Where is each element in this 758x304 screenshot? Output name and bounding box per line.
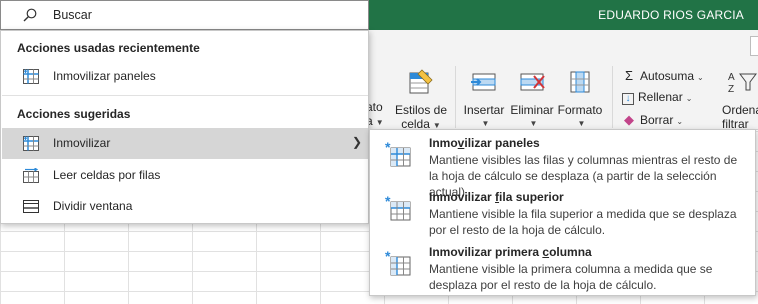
menu-divider xyxy=(2,95,368,96)
search-box[interactable]: Buscar xyxy=(0,0,369,30)
suggested-item-freeze[interactable]: Inmovilizar ❯ xyxy=(2,128,368,159)
svg-text:A: A xyxy=(728,72,735,83)
freeze-panes-icon xyxy=(23,69,39,84)
sigma-icon: Σ xyxy=(624,68,634,83)
clear-button[interactable]: ◆ Borrar ⌄ xyxy=(622,112,683,128)
sort-filter-button[interactable]: A Z Ordena filtrar xyxy=(722,68,758,131)
fill-label: Rellenar xyxy=(638,90,683,104)
submenu-item-freeze-panes[interactable]: * Inmovilizar paneles Mantiene visibles … xyxy=(370,132,755,199)
sort-filter-icon: A Z xyxy=(728,72,757,95)
svg-text:Z: Z xyxy=(728,84,734,95)
submenu-item-title: Inmovilizar primera columna xyxy=(429,245,592,259)
svg-text:*: * xyxy=(385,249,391,264)
search-input[interactable]: Buscar xyxy=(53,8,92,22)
submenu-item-title: Inmovilizar fila superior xyxy=(429,190,564,204)
submenu-item-description: Mantiene visible la fila superior a medi… xyxy=(429,207,737,237)
freeze-submenu: * Inmovilizar paneles Mantiene visibles … xyxy=(369,129,756,296)
fill-down-icon: ↓ xyxy=(622,93,634,105)
insert-label: Insertar xyxy=(463,103,505,117)
format-label: Formato xyxy=(557,103,603,117)
chevron-right-icon: ❯ xyxy=(352,135,363,149)
recent-item-label: Inmovilizar paneles xyxy=(53,69,156,83)
freeze-panes-icon xyxy=(23,136,39,151)
suggested-item-label: Leer celdas por filas xyxy=(53,168,161,182)
svg-text:*: * xyxy=(385,194,391,209)
recent-item-freeze-panes[interactable]: Inmovilizar paneles xyxy=(2,61,368,92)
recent-actions-heading: Acciones usadas recientemente xyxy=(17,41,200,55)
eraser-icon: ◆ xyxy=(624,112,634,127)
suggested-item-label: Inmovilizar xyxy=(53,136,111,150)
autosum-label: Autosuma xyxy=(640,69,695,83)
clear-label: Borrar xyxy=(640,113,674,127)
suggested-item-label: Dividir ventana xyxy=(53,199,133,213)
freeze-top-row-icon: * xyxy=(385,194,411,221)
suggested-actions-heading: Acciones sugeridas xyxy=(17,107,131,121)
svg-text:*: * xyxy=(385,140,391,155)
autosum-button[interactable]: Σ Autosuma ⌄ xyxy=(622,68,704,83)
search-results-menu: Acciones usadas recientemente Inmoviliza… xyxy=(0,30,369,224)
delete-cells-icon xyxy=(520,73,545,91)
delete-label: Eliminar xyxy=(510,103,554,117)
search-icon xyxy=(23,8,37,22)
ribbon-separator xyxy=(612,66,613,128)
format-cells-icon xyxy=(570,71,590,93)
ribbon-separator xyxy=(455,66,456,128)
fill-button[interactable]: ↓ Rellenar ⌄ xyxy=(622,90,692,105)
format-as-table-button[interactable]: ato a ▼ xyxy=(366,100,390,130)
cell-styles-icon xyxy=(409,69,433,94)
freeze-first-column-icon: * xyxy=(385,249,411,276)
sort-filter-label-1: Ordena xyxy=(722,103,758,117)
insert-button[interactable]: Insertar ▼ xyxy=(460,68,508,131)
submenu-item-freeze-first-column[interactable]: * Inmovilizar primera columna Mantiene v… xyxy=(370,241,755,295)
read-rows-icon xyxy=(23,168,39,183)
submenu-item-title: Inmovilizar paneles xyxy=(429,136,540,150)
insert-cells-icon xyxy=(471,73,496,91)
delete-button[interactable]: Eliminar ▼ xyxy=(508,68,556,131)
user-name[interactable]: EDUARDO RIOS GARCIA xyxy=(598,8,744,22)
format-button[interactable]: Formato ▼ xyxy=(556,68,604,131)
cell-styles-button[interactable]: Estilos de celda ▼ xyxy=(393,68,449,133)
freeze-panes-icon: * xyxy=(385,140,411,167)
suggested-item-read-rows[interactable]: Leer celdas por filas xyxy=(2,160,368,191)
cell-styles-label-1: Estilos de xyxy=(394,103,448,117)
suggested-item-split-window[interactable]: Dividir ventana xyxy=(2,191,368,222)
ribbon-collapse-box[interactable] xyxy=(750,36,758,56)
format-as-table-label-2: a ▼ xyxy=(366,114,384,128)
format-as-table-label-1: ato xyxy=(366,100,383,114)
submenu-item-freeze-top-row[interactable]: * Inmovilizar fila superior Mantiene vis… xyxy=(370,186,755,240)
split-window-icon xyxy=(23,200,39,213)
submenu-item-description: Mantiene visible la primera columna a me… xyxy=(429,262,713,292)
